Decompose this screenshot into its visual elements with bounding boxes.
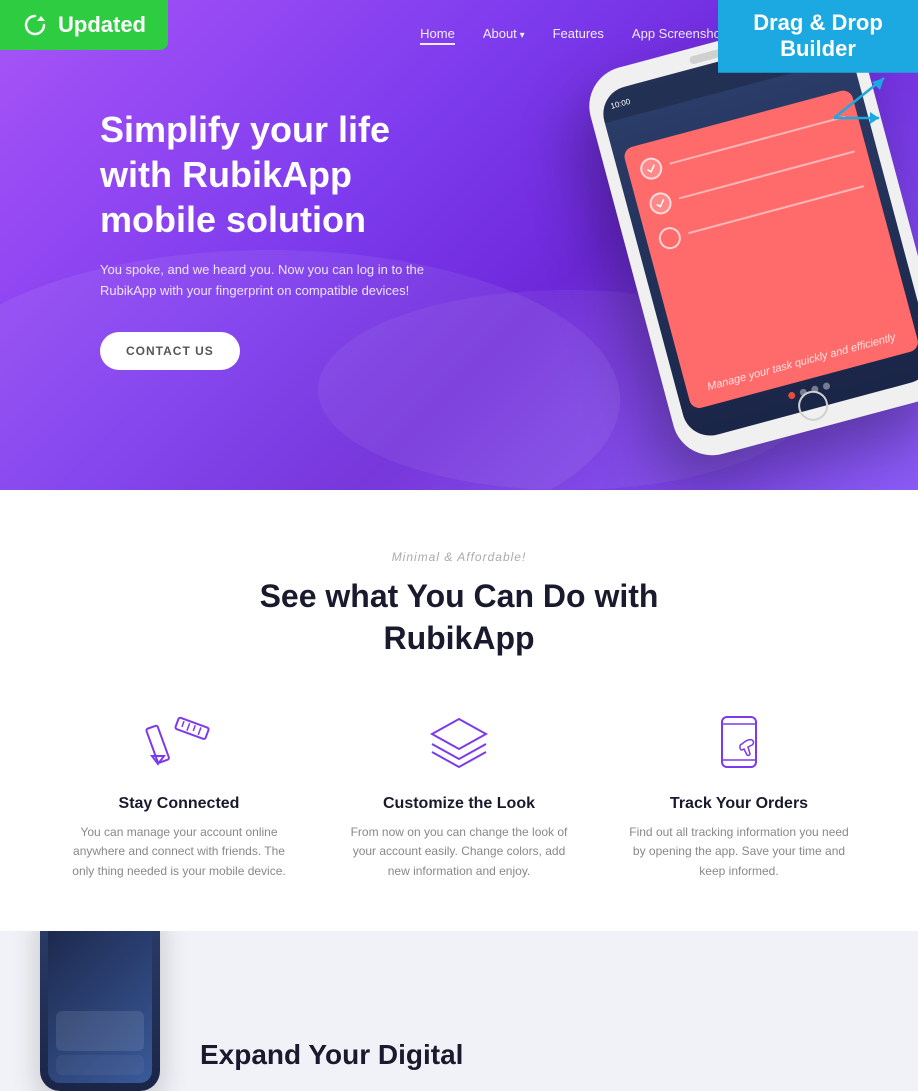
pencil-ruler-icon <box>139 709 219 779</box>
check-item-2 <box>647 190 674 217</box>
hero-section: RubikApp Home About Features App Screens… <box>0 0 918 490</box>
check-item-3 <box>656 225 683 252</box>
nav-home[interactable]: Home <box>420 26 455 45</box>
features-grid: Stay Connected You can manage your accou… <box>40 709 878 881</box>
feature-title-2: Track Your Orders <box>629 795 849 813</box>
expand-text-col: Expand Your Digital <box>200 1039 463 1091</box>
feature-customize: Customize the Look From now on you can c… <box>349 709 569 881</box>
expand-section: Expand Your Digital <box>0 931 918 1091</box>
dnd-line2: Builder <box>780 36 856 61</box>
feature-title-1: Customize the Look <box>349 795 569 813</box>
nav-screenshots[interactable]: App Screenshots <box>632 26 731 41</box>
updated-label: Updated <box>58 12 146 38</box>
layers-icon <box>419 709 499 779</box>
feature-desc-2: Find out all tracking information you ne… <box>629 823 849 881</box>
expand-phone <box>40 931 160 1091</box>
features-title: See what You Can Do with RubikApp <box>259 576 659 659</box>
hero-subtitle: You spoke, and we heard you. Now you can… <box>100 260 440 302</box>
refresh-icon <box>22 12 48 38</box>
features-section: Minimal & Affordable! See what You Can D… <box>0 490 918 931</box>
nav-features[interactable]: Features <box>553 26 604 41</box>
dnd-badge: Drag & Drop Builder <box>718 0 918 73</box>
dnd-arrow-icon <box>824 68 904 128</box>
feature-stay-connected: Stay Connected You can manage your accou… <box>69 709 289 881</box>
feature-desc-0: You can manage your account online anywh… <box>69 823 289 881</box>
updated-badge: Updated <box>0 0 168 50</box>
contact-us-button[interactable]: CONTACT US <box>100 332 240 370</box>
expand-title: Expand Your Digital <box>200 1039 463 1071</box>
hero-title: Simplify your life with RubikApp mobile … <box>100 107 440 242</box>
dnd-line1: Drag & Drop <box>753 10 883 35</box>
hero-content: Simplify your life with RubikApp mobile … <box>0 67 480 370</box>
check-item-1 <box>638 155 665 182</box>
touch-device-icon <box>699 709 779 779</box>
feature-desc-1: From now on you can change the look of y… <box>349 823 569 881</box>
feature-track: Track Your Orders Find out all tracking … <box>629 709 849 881</box>
nav-about[interactable]: About <box>483 26 525 41</box>
features-label: Minimal & Affordable! <box>40 550 878 564</box>
feature-title-0: Stay Connected <box>69 795 289 813</box>
